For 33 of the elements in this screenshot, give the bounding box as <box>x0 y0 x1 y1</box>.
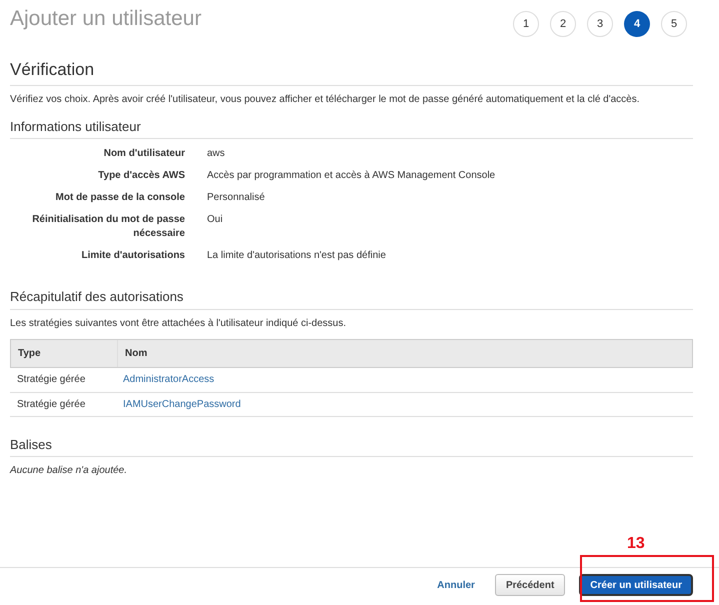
empty-message: Aucune balise n'a ajoutée. <box>10 464 128 478</box>
field-value: aws <box>207 147 225 161</box>
section-heading: Informations utilisateur <box>10 116 693 139</box>
step-indicator[interactable]: 1 <box>513 11 539 37</box>
column-header: Nom <box>117 340 148 366</box>
policy-link[interactable]: IAMUserChangePassword <box>116 396 241 412</box>
step-indicator[interactable]: 3 <box>587 11 613 37</box>
policy-link[interactable]: AdministratorAccess <box>116 372 214 387</box>
description: Les stratégies suivantes vont être attachées à l'utilisateur indiqué ci-dessus. <box>10 316 347 330</box>
field-label: Limite d'autorisations <box>80 249 185 263</box>
table-cell-text: Stratégie gérée <box>16 373 86 387</box>
field-label: Type d'accès AWS <box>97 169 185 183</box>
field-value: Accès par programmation et accès à AWS Management Console <box>207 169 496 183</box>
step-indicator[interactable]: 5 <box>661 11 687 37</box>
create-user-button[interactable]: Créer un utilisateur <box>579 574 693 596</box>
column-header: Type <box>17 346 42 360</box>
field-value: La limite d'autorisations n'est pas définie <box>207 249 386 263</box>
field-label: Réinitialisation du mot de passe nécessaire <box>31 213 185 241</box>
previous-button[interactable]: Précédent <box>494 574 566 596</box>
field-label: Nom d'utilisateur <box>102 147 185 161</box>
field-label: Mot de passe de la console <box>54 191 185 205</box>
section-heading: Balises <box>10 434 693 457</box>
page-title: Ajouter un utilisateur <box>10 6 202 32</box>
step-indicator[interactable]: 2 <box>550 11 576 37</box>
field-value: Oui <box>207 213 223 227</box>
section-heading: Récapitulatif des autorisations <box>10 287 693 310</box>
field-value: Personnalisé <box>207 191 265 205</box>
table-cell-text: Stratégie gérée <box>16 398 86 412</box>
annotation-number: 13 <box>627 534 645 554</box>
step-indicator[interactable]: 4 <box>624 11 650 37</box>
cancel-link[interactable]: Annuler <box>437 578 475 592</box>
section-heading: Vérification <box>10 57 693 86</box>
description: Vérifiez vos choix. Après avoir créé l'utilisateur, vous pouvez afficher et télécharger le mot de passe généré automatiquement et la clé d'accès. <box>10 92 641 106</box>
